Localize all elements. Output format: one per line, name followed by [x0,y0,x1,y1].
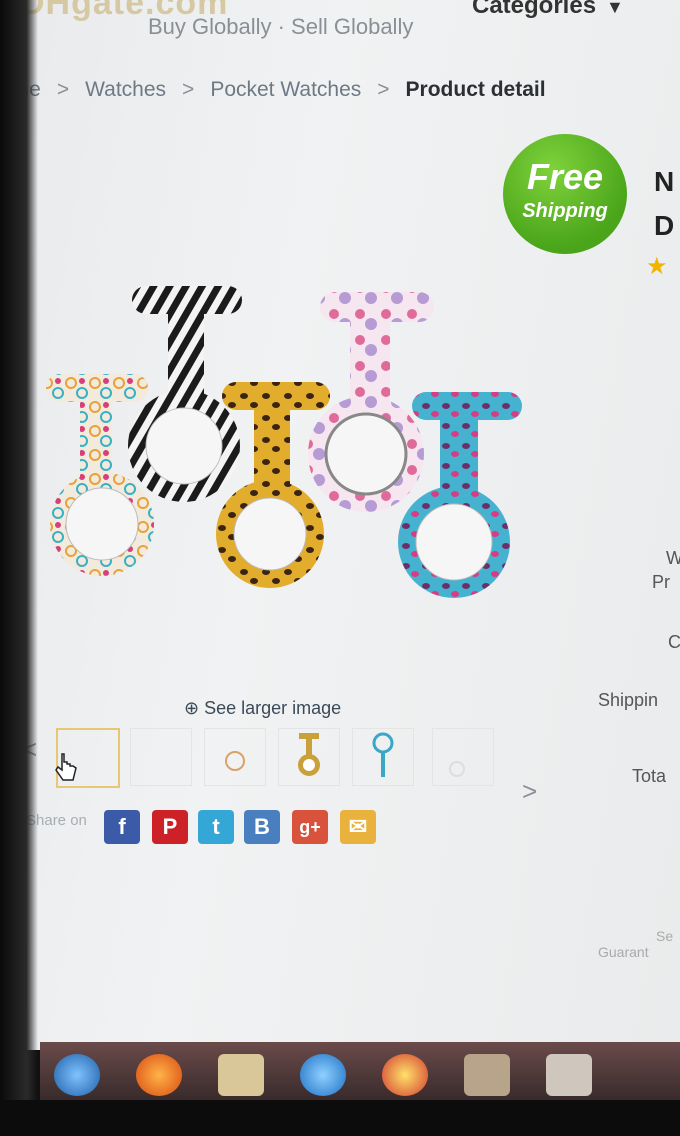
label-price: Pr [652,572,670,592]
chrome-icon[interactable] [382,1054,428,1096]
label-c: C [668,632,680,652]
leopard-watch [216,382,330,588]
hand-cursor-icon [55,753,77,781]
browser-screen: DHgate.com Buy Globally · Sell Globally … [0,0,680,1050]
thumbnail-3[interactable] [204,728,266,786]
zoom-label: See larger image [204,698,342,718]
googleplus-icon[interactable]: g+ [292,810,328,844]
label-total: Tota [632,766,667,786]
monitor-bezel-left [0,0,38,1136]
folder-icon[interactable] [218,1054,264,1096]
product-title: N D [654,160,674,248]
rating-star-icon: ★ [646,253,668,280]
thumbnail-2[interactable] [130,728,192,786]
thumbnail-image [225,751,245,771]
twitter-icon[interactable]: t [198,810,234,844]
breadcrumb-watches[interactable]: Watches [85,78,166,102]
label-guarantee: Guarant [598,944,649,960]
title-fragment: D [654,210,675,241]
breadcrumb-current: Product detail [405,78,546,101]
breadcrumb-separator: > [182,78,195,101]
zoom-icon: ⊕ [184,698,200,718]
blue-leopard-watch [398,392,522,598]
title-fragment: N [654,166,675,197]
label-shipping: Shippin [598,690,659,710]
thumbnail-5[interactable] [352,728,414,786]
email-icon[interactable]: ✉ [340,810,376,844]
app-icon[interactable] [546,1054,592,1096]
ie-icon[interactable] [300,1054,346,1096]
thumbnail-4[interactable] [278,728,340,786]
blogger-icon[interactable]: B [244,810,280,844]
thumbnail-image [372,732,394,777]
label-secure: Se [656,928,674,944]
breadcrumb-pocket-watches[interactable]: Pocket Watches [210,78,361,102]
thumbnail-next-arrow[interactable]: > [522,776,537,807]
categories-menu[interactable]: Categories ▼ [472,0,624,20]
product-main-image[interactable] [40,280,540,610]
thumbnail-6[interactable] [432,728,494,786]
firefox-icon[interactable] [136,1054,182,1096]
free-shipping-badge: Free Shipping [503,134,627,254]
thumbnail-image [298,733,320,776]
monitor-bezel-bottom [0,1100,680,1136]
badge-line-1: Free [526,156,604,197]
breadcrumb-separator: > [56,78,70,101]
breadcrumb-separator: > [377,78,390,101]
facebook-icon[interactable]: f [104,810,140,844]
thumbnail-strip: < > [20,722,550,812]
label-w: W [666,548,680,568]
pinterest-icon[interactable]: P [152,810,188,844]
chevron-down-icon: ▼ [606,0,624,17]
breadcrumb: ome>Watches>Pocket Watches>Product detai… [0,78,546,102]
categories-label: Categories [472,0,597,19]
see-larger-image-link[interactable]: ⊕ See larger image [184,698,341,719]
badge-line-2: Shipping [522,200,608,222]
site-tagline: Buy Globally · Sell Globally [148,14,414,39]
thumbnail-image [449,761,465,777]
start-icon[interactable] [54,1054,100,1096]
explorer-icon[interactable] [464,1054,510,1096]
